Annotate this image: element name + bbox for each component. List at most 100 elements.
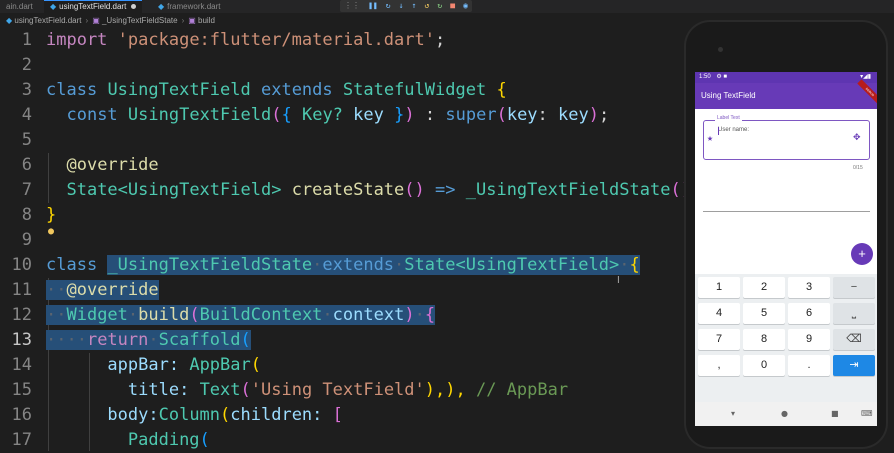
stop-icon[interactable]: ■: [450, 0, 455, 12]
code-token: }: [394, 105, 405, 125]
breadcrumb-class[interactable]: _UsingTextFieldState: [102, 16, 178, 25]
code-token: (: [496, 105, 507, 125]
code-token: context: [332, 305, 405, 325]
line-number: 16: [11, 405, 32, 425]
key-1[interactable]: 1: [698, 277, 740, 298]
key-comma[interactable]: ,: [698, 355, 740, 376]
code-token: <UsingTextField>: [117, 180, 282, 200]
line-number: 12: [11, 305, 32, 325]
line-number: 9: [21, 230, 32, 250]
step-over-icon[interactable]: ↻: [386, 0, 391, 12]
code-token: AppBar: [189, 355, 251, 375]
code-line: 10 class _UsingTextFieldState·extends·Sta…: [0, 253, 700, 278]
move-icon[interactable]: ✥: [853, 133, 861, 143]
tab-framework[interactable]: ◆ framework.dart: [152, 0, 227, 13]
status-icons: ⚙ ■: [716, 74, 728, 80]
key-minus[interactable]: −: [833, 277, 875, 298]
tab-label: usingTextField.dart: [59, 2, 127, 11]
backspace-icon[interactable]: ⌫: [833, 329, 875, 350]
lightbulb-icon[interactable]: ●: [48, 226, 54, 237]
android-nav-bar: ▾ ● ■ ⌨: [695, 402, 877, 426]
add-fab-button[interactable]: +: [851, 243, 873, 265]
code-token: createState: [291, 180, 405, 200]
app-title: Using TextField: [701, 91, 756, 100]
code-line: 14 appBar: AppBar(: [0, 353, 700, 378]
text-field-underline[interactable]: [703, 211, 870, 212]
next-key-icon[interactable]: ⇥: [833, 355, 875, 376]
debug-toolbar: ⋮⋮ ❚❚ ↻ ↓ ↑ ↺ ↻ ■ ◉: [340, 0, 472, 12]
code-token: {: [496, 80, 507, 100]
phone-screen[interactable]: 1:50 ⚙ ■ ▾◢▮ Using TextField DEBUG Label…: [695, 72, 877, 426]
code-line: 15 title: Text('Using TextField'),), // …: [0, 378, 700, 403]
step-out-icon[interactable]: ↑: [412, 0, 417, 12]
key-6[interactable]: 6: [788, 303, 830, 324]
step-into-icon[interactable]: ↓: [399, 0, 404, 12]
line-number: 5: [21, 130, 32, 150]
recents-icon[interactable]: ■: [831, 402, 839, 426]
line-number: 13: [11, 330, 32, 350]
app-bar: Using TextField DEBUG: [695, 79, 877, 109]
code-token: appBar:: [107, 355, 180, 375]
tab-main[interactable]: ain.dart: [0, 0, 39, 13]
code-token: build: [138, 305, 190, 325]
key-3[interactable]: 3: [788, 277, 830, 298]
code-token: }: [46, 205, 57, 225]
code-token: super: [445, 105, 497, 125]
code-token: @override: [66, 155, 159, 175]
tab-label: framework.dart: [167, 2, 221, 11]
code-line: 5: [0, 128, 700, 153]
code-token: Widget: [66, 305, 128, 325]
drag-handle-icon[interactable]: ⋮⋮: [344, 0, 360, 12]
restart-icon[interactable]: ↻: [437, 0, 442, 12]
code-token: ): [588, 105, 600, 125]
key-period[interactable]: .: [788, 355, 830, 376]
key-7[interactable]: 7: [698, 329, 740, 350]
numeric-keyboard: 1 2 3 − 4 5 6 ⎵ 7 8 9 ⌫ , 0 . ⇥: [695, 274, 877, 402]
line-number: 7: [21, 180, 32, 200]
key-9[interactable]: 9: [788, 329, 830, 350]
code-line: 4 const UsingTextField({ Key? key }) : s…: [0, 103, 700, 128]
code-line: 16 body:Column(children: [: [0, 403, 700, 428]
key-space[interactable]: ⎵: [833, 303, 875, 324]
code-token: (: [199, 430, 210, 450]
line-number: 17: [11, 430, 32, 450]
code-token: import: [46, 30, 108, 50]
key-2[interactable]: 2: [743, 277, 785, 298]
code-token: title:: [127, 380, 190, 400]
code-line: 11 ··@override: [0, 278, 700, 303]
text-cursor-icon: I: [617, 275, 620, 286]
pause-icon[interactable]: ❚❚: [368, 0, 378, 12]
code-line: 9: [0, 228, 700, 253]
key-0[interactable]: 0: [743, 355, 785, 376]
debug-banner: DEBUG: [857, 79, 877, 105]
hot-reload-icon[interactable]: ↺: [424, 0, 429, 12]
key-8[interactable]: 8: [743, 329, 785, 350]
code-token: // AppBar: [475, 380, 569, 400]
code-line: 6 @override: [0, 153, 700, 178]
code-token: [: [332, 405, 343, 425]
code-token: ;: [599, 105, 610, 125]
username-text-field[interactable]: [703, 120, 870, 160]
code-token: {: [424, 305, 436, 325]
tab-using-text-field[interactable]: ◆ usingTextField.dart: [44, 0, 143, 13]
back-icon[interactable]: ▾: [731, 402, 735, 426]
line-number: 8: [21, 205, 32, 225]
inspector-icon[interactable]: ◉: [463, 0, 468, 12]
unsaved-dot-icon[interactable]: [131, 4, 137, 10]
class-icon: ▣: [92, 16, 102, 25]
tab-label: ain.dart: [6, 2, 33, 11]
keyboard-switch-icon[interactable]: ⌨: [861, 402, 873, 426]
code-token: (: [240, 380, 251, 400]
code-token: const: [66, 105, 118, 125]
line-number: 3: [21, 80, 32, 100]
key-5[interactable]: 5: [743, 303, 785, 324]
key-4[interactable]: 4: [698, 303, 740, 324]
code-line: 1 import 'package:flutter/material.dart';: [0, 28, 700, 53]
home-icon[interactable]: ●: [781, 402, 788, 426]
code-token: State: [66, 180, 118, 200]
code-token: ),),: [424, 380, 466, 400]
breadcrumb-method[interactable]: build: [198, 16, 215, 25]
code-token: 'package:flutter/material.dart': [117, 30, 435, 50]
breadcrumb-file[interactable]: usingTextField.dart: [14, 16, 81, 25]
code-token: BuildContext: [199, 305, 323, 325]
